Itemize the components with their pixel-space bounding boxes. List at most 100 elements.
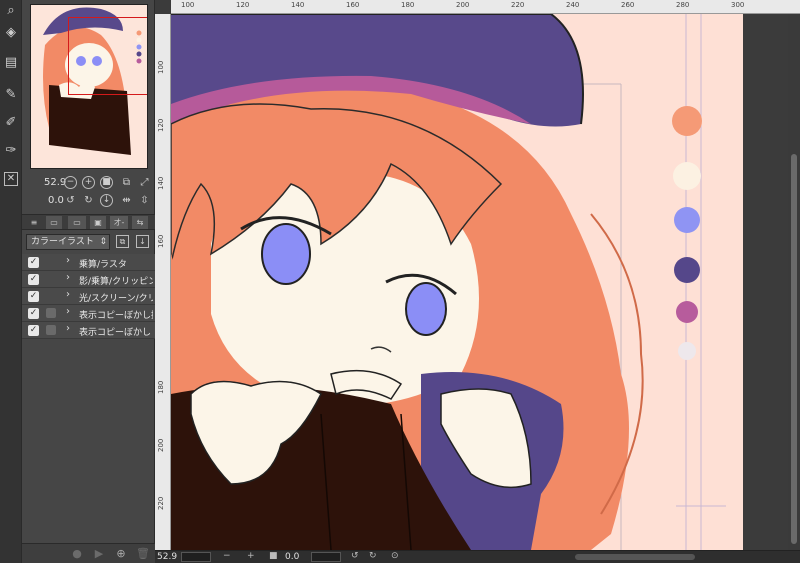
navigator-zoom-value[interactable]: 52.9: [44, 177, 66, 188]
horizontal-scrollbar[interactable]: [575, 554, 695, 560]
import-layer-icon[interactable]: ↓: [136, 235, 149, 248]
lock-icon[interactable]: [46, 308, 56, 318]
ruler-tick-label: 180: [401, 1, 415, 9]
visibility-checkbox[interactable]: ✓: [28, 274, 39, 285]
swatch[interactable]: [678, 342, 696, 360]
chevron-right-icon[interactable]: ›: [66, 323, 70, 334]
layer-row[interactable]: ✓ › 影/乗算/クリッピン: [22, 271, 155, 288]
fit-window-icon[interactable]: ⧉: [120, 176, 133, 189]
status-zoom-value[interactable]: 52.9: [157, 552, 177, 562]
pen-settings-icon[interactable]: ✐: [2, 114, 20, 132]
zoom-fit-icon[interactable]: ■: [100, 176, 113, 189]
layer-row[interactable]: ✓ › 表示コピーぼかし拡: [22, 305, 155, 322]
tool-strip: ⌕ ◈ ▤ ✎ ✐ ✑ ✕: [0, 0, 22, 563]
tab-layer-property[interactable]: ▭: [46, 216, 62, 229]
ruler-tick-label: 120: [236, 1, 250, 9]
ruler-tick-label: 240: [566, 1, 580, 9]
swatch[interactable]: [676, 301, 698, 323]
zoom-slider[interactable]: [181, 552, 211, 562]
layer-row[interactable]: ✓ › 光/スクリーン/クリ: [22, 288, 155, 305]
fit-icon[interactable]: ■: [269, 551, 278, 561]
navigator-rotation-row: 0.0 ↺ ↻ ↓ ⇹ ⇳: [22, 192, 155, 210]
visibility-checkbox[interactable]: ✓: [28, 257, 39, 268]
trash-icon[interactable]: 🗑: [136, 547, 150, 561]
zoom-in-icon[interactable]: +: [247, 551, 255, 561]
left-panel: 52.9 − + ■ ⧉ ⤢ 0.0 ↺ ↻ ↓ ⇹ ⇳ ≡ ▭ ▭ ▣ オ- …: [22, 0, 155, 563]
tab-auto-action[interactable]: オ-: [110, 216, 128, 229]
zoom-tool-icon[interactable]: ⌕: [2, 2, 20, 20]
reset-rotation-icon[interactable]: ⊙: [391, 551, 399, 561]
close-panel-icon[interactable]: ✕: [4, 172, 18, 186]
swatch[interactable]: [674, 257, 700, 283]
tab-layer-search[interactable]: ▭: [68, 216, 86, 229]
pen-eraser-icon[interactable]: ✑: [2, 142, 20, 160]
layer-row[interactable]: ✓ › 表示コピーぼかしレ: [22, 322, 155, 339]
layer-stack-icon[interactable]: ▤: [2, 54, 20, 72]
zoom-out-icon[interactable]: −: [64, 176, 77, 189]
ruler-top: 100 120 140 160 180 200 220 240 260 280 …: [171, 0, 800, 14]
chevron-updown-icon: ⇕: [99, 237, 107, 247]
ruler-tick-label: 100: [181, 1, 195, 9]
zoom-in-icon[interactable]: +: [82, 176, 95, 189]
chevron-right-icon[interactable]: ›: [66, 306, 70, 317]
flip-vertical-icon[interactable]: ⇳: [138, 194, 151, 207]
rotation-slider[interactable]: [311, 552, 341, 562]
ruler-tick-label: 220: [157, 496, 165, 510]
vertical-scrollbar[interactable]: [788, 14, 800, 550]
layer-name: 光/スクリーン/クリ: [79, 294, 153, 304]
navigator-preview[interactable]: [30, 4, 148, 169]
zoom-out-icon[interactable]: −: [223, 551, 231, 561]
ruler-tick-label: 220: [511, 1, 525, 9]
swatch[interactable]: [673, 162, 701, 190]
blend-mode-label: カラーイラスト: [31, 237, 94, 247]
layer-row[interactable]: ✓ › 乗算/ラスタ: [22, 254, 155, 271]
ruler-tick-label: 180: [157, 380, 165, 394]
lock-icon[interactable]: [46, 325, 56, 335]
visibility-checkbox[interactable]: ✓: [28, 308, 39, 319]
rotate-right-icon[interactable]: ↻: [82, 194, 95, 207]
canvas-area: 100 120 140 160 180 200 220 240 260 280 …: [155, 0, 800, 563]
ruler-left: 100 120 140 160 180 200 220: [155, 14, 171, 550]
ruler-tick-label: 120: [157, 118, 165, 132]
clip-studio-window: ⌕ ◈ ▤ ✎ ✐ ✑ ✕ 52.9 − + ■ ⧉ ⤢ 0.0 ↺ ↻ ↓ ⇹…: [0, 0, 800, 563]
visibility-checkbox[interactable]: ✓: [28, 291, 39, 302]
play-icon[interactable]: ▶: [92, 547, 106, 561]
ruler-tick-label: 140: [291, 1, 305, 9]
new-set-icon[interactable]: ⊕: [114, 547, 128, 561]
ruler-tick-label: 160: [157, 234, 165, 248]
status-rotation-value[interactable]: 0.0: [285, 552, 299, 562]
ruler-tick-label: 200: [157, 438, 165, 452]
ruler-tick-label: 280: [676, 1, 690, 9]
actual-size-icon[interactable]: ⤢: [138, 176, 151, 189]
ruler-tick-label: 100: [157, 60, 165, 74]
chevron-right-icon[interactable]: ›: [66, 272, 70, 283]
ruler-tick-label: 300: [731, 1, 745, 9]
swatch[interactable]: [674, 207, 700, 233]
tab-layer[interactable]: ▣: [90, 216, 106, 229]
blend-mode-select[interactable]: カラーイラスト ⇕: [26, 234, 110, 250]
chevron-right-icon[interactable]: ›: [66, 289, 70, 300]
layer-name: 表示コピーぼかしレ: [79, 328, 153, 338]
rotate-left-icon[interactable]: ↺: [351, 551, 359, 561]
scrollbar-thumb[interactable]: [791, 154, 797, 544]
navigator-rotation-value[interactable]: 0.0: [48, 195, 64, 206]
layer-tool-icon[interactable]: ◈: [2, 24, 20, 42]
flip-horizontal-icon[interactable]: ⇹: [120, 194, 133, 207]
reset-rotation-icon[interactable]: ↓: [100, 194, 113, 207]
chevron-right-icon[interactable]: ›: [66, 255, 70, 266]
rotate-left-icon[interactable]: ↺: [64, 194, 77, 207]
navigator-view-frame[interactable]: [68, 17, 147, 95]
artwork-canvas[interactable]: [171, 14, 743, 550]
ruler-tick-label: 200: [456, 1, 470, 9]
panel-menu-icon[interactable]: ≡: [28, 216, 40, 229]
layer-name: 表示コピーぼかし拡: [79, 311, 153, 321]
visibility-checkbox[interactable]: ✓: [28, 325, 39, 336]
swatch[interactable]: [672, 106, 702, 136]
tab-history[interactable]: ⇆: [132, 216, 148, 229]
rotate-right-icon[interactable]: ↻: [369, 551, 377, 561]
layer-name: 乗算/ラスタ: [79, 260, 127, 270]
new-layer-icon[interactable]: ⧉: [116, 235, 129, 248]
illustration: [171, 14, 743, 550]
record-icon[interactable]: ●: [70, 547, 84, 561]
pen-tool-icon[interactable]: ✎: [2, 86, 20, 104]
